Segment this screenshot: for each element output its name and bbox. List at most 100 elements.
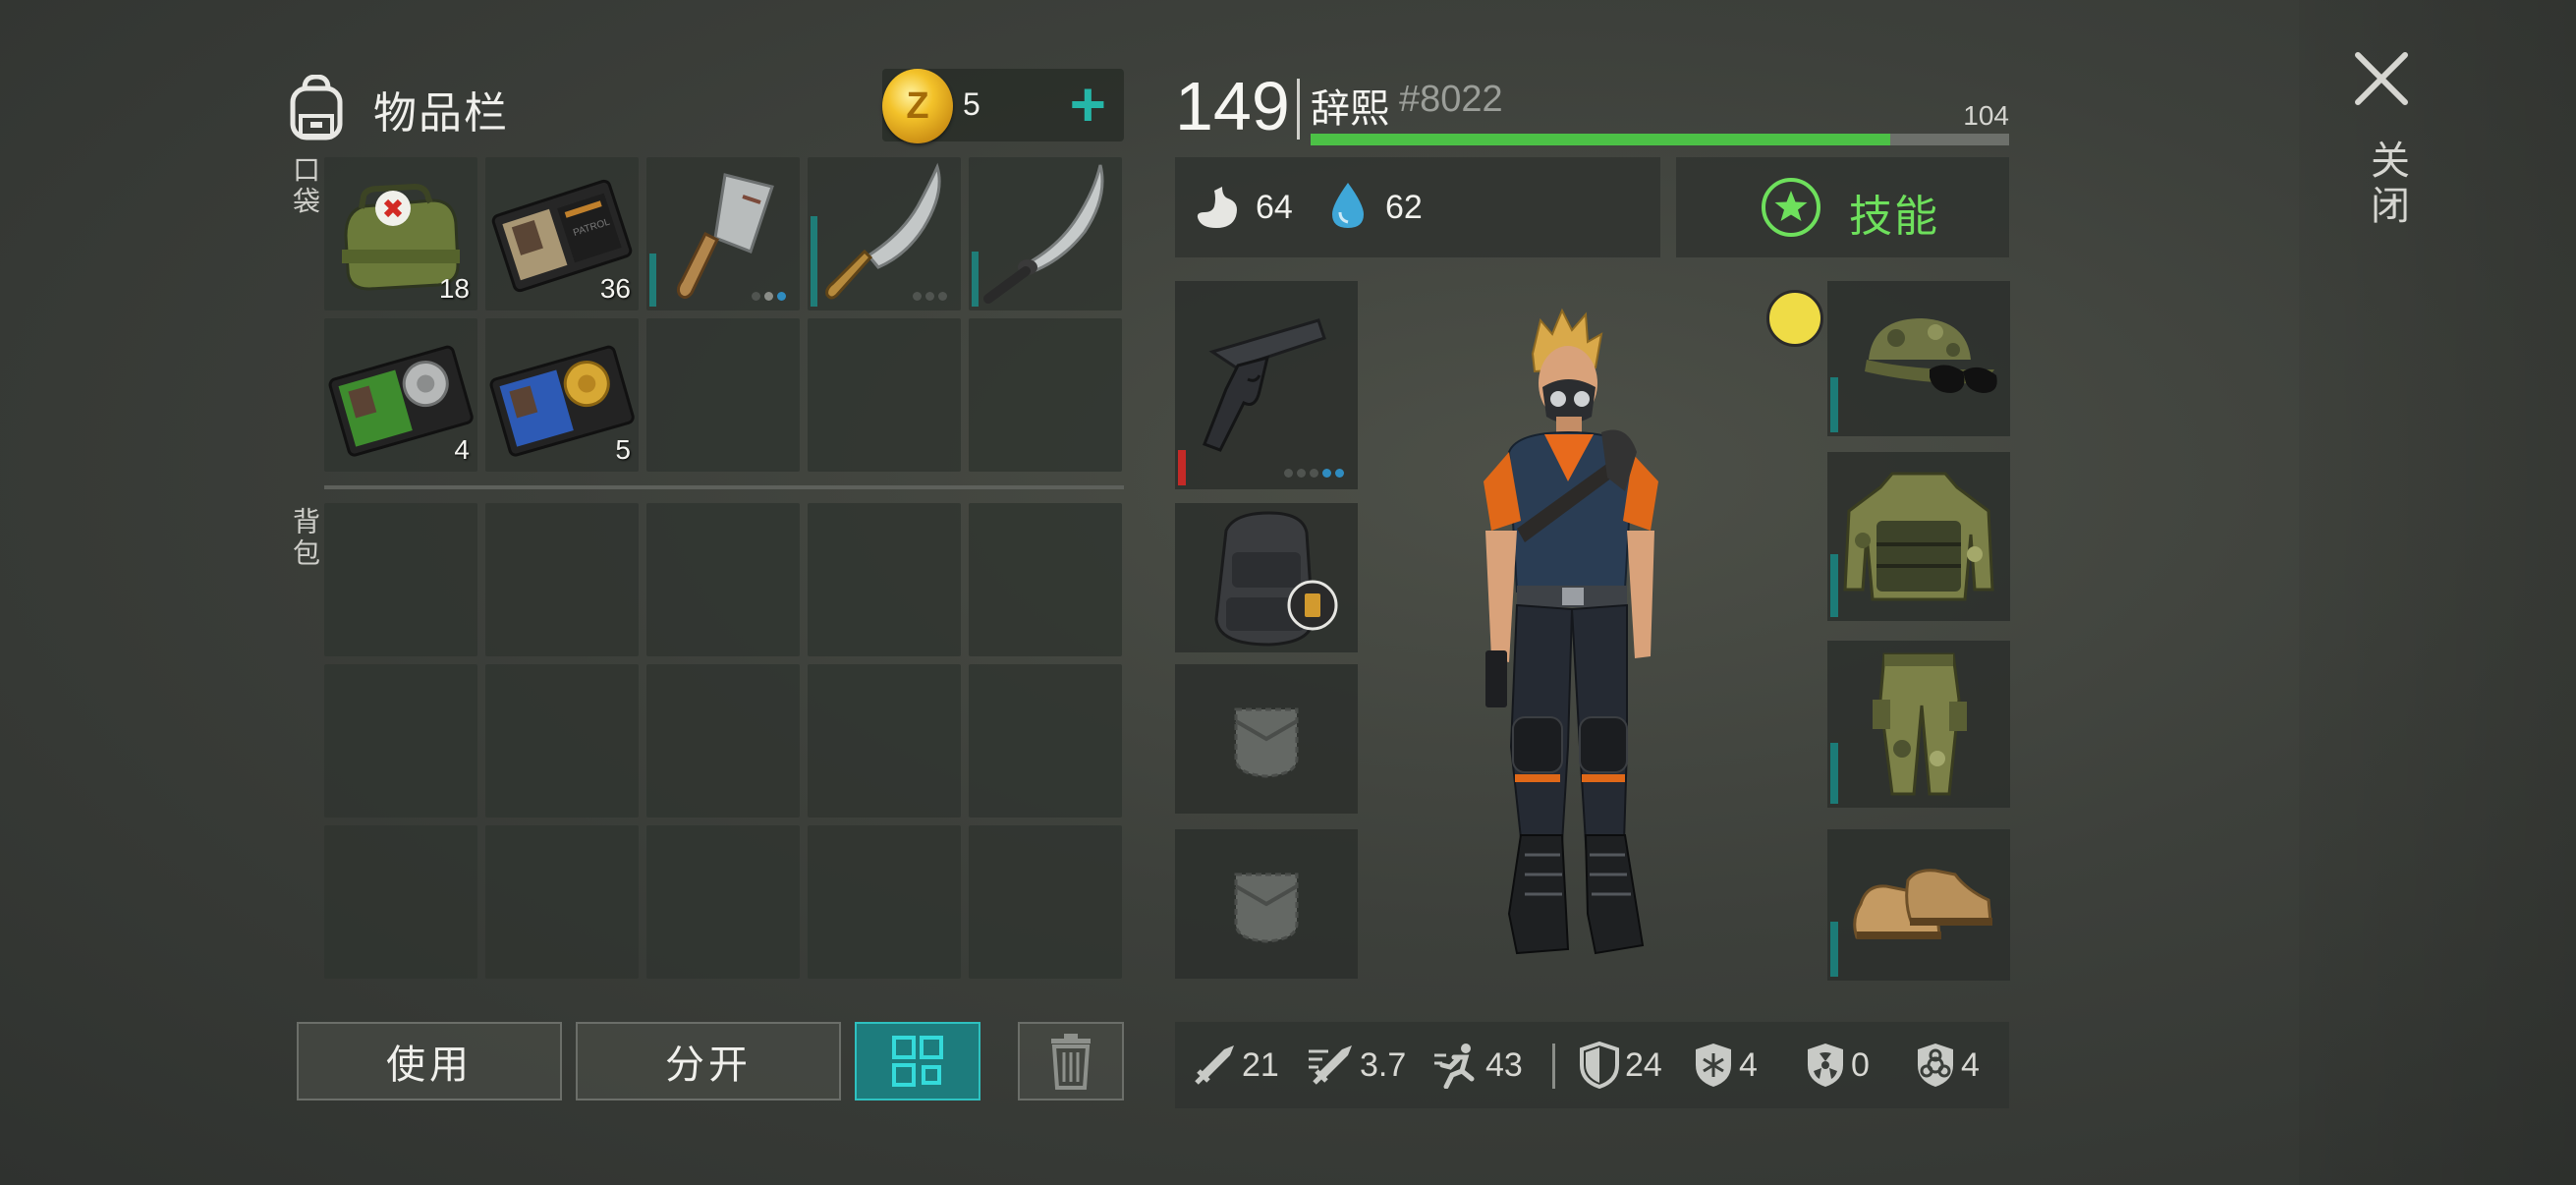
backpack-label: 背包 (290, 507, 320, 570)
pocket-slot-katana[interactable] (969, 157, 1122, 310)
pocket-equip-slot[interactable] (1175, 664, 1358, 814)
boots-icon (1853, 869, 1992, 939)
armor-value: 24 (1625, 1045, 1662, 1084)
xp-value: 104 (1963, 100, 2009, 131)
move-speed-value: 43 (1485, 1045, 1523, 1084)
cold-resist-value: 4 (1739, 1045, 1758, 1084)
item-count: 5 (615, 434, 631, 465)
pocket-slot-empty[interactable] (646, 318, 800, 472)
water-value: 62 (1385, 189, 1423, 226)
radiation-stat: 0 (1804, 1042, 1870, 1089)
pocket-placeholder-icon (1234, 707, 1299, 778)
pocket-slot-police-id-blue[interactable]: 5 (485, 318, 639, 472)
backpack-slot[interactable] (485, 664, 639, 818)
pocket-slot-empty[interactable] (808, 318, 961, 472)
legs-slot[interactable] (1827, 641, 2010, 808)
backpack-slot[interactable] (808, 825, 961, 979)
camo-pants-icon (1873, 652, 1967, 796)
pocket-backpack-divider (324, 485, 1124, 489)
running-icon (1434, 1044, 1475, 1089)
damage-stat: 21 (1191, 1042, 1279, 1089)
coin-bar: Z 5 + (882, 69, 1124, 143)
backpack-slot[interactable] (324, 825, 477, 979)
attack-speed-icon (1309, 1045, 1352, 1085)
backpack-slot[interactable] (646, 503, 800, 656)
backpack-slot[interactable] (646, 664, 800, 818)
xp-bar (1311, 134, 2009, 145)
backpack-slot[interactable] (485, 825, 639, 979)
pocket-equip-slot[interactable] (1175, 829, 1358, 979)
backpack-slot[interactable] (324, 664, 477, 818)
inventory-header: 物品栏 (285, 64, 509, 154)
camo-vest-icon (1843, 472, 1994, 601)
pocket-slot-machete[interactable] (808, 157, 961, 310)
upgrade-dots (1284, 469, 1344, 478)
backpack-slot[interactable] (808, 664, 961, 818)
backpack-slot[interactable] (969, 503, 1122, 656)
character-model (1484, 308, 1658, 955)
player-tag: #8022 (1399, 79, 1503, 120)
split-button[interactable]: 分开 (576, 1022, 841, 1100)
trash-icon (1051, 1034, 1091, 1090)
backpack-slot[interactable] (646, 825, 800, 979)
right-side-shade (2299, 0, 2576, 1185)
player-level: 149 (1175, 68, 1290, 144)
backpack-slot[interactable] (808, 503, 961, 656)
pocket-slot-medkit[interactable]: 18 (324, 157, 477, 310)
backpack-slot[interactable] (969, 825, 1122, 979)
durability-bar (811, 216, 817, 307)
shield-icon (1580, 1042, 1619, 1089)
stomach-icon (1197, 187, 1237, 228)
star-icon (1762, 178, 1820, 237)
pocket-slot-patrol-wallet[interactable]: PATROL 36 (485, 157, 639, 310)
toxic-value: 4 (1961, 1045, 1980, 1084)
durability-bar (1830, 922, 1838, 977)
camo-cap-icon (1865, 318, 1997, 393)
head-slot[interactable] (1827, 281, 2010, 436)
pocket-placeholder-icon (1234, 873, 1299, 943)
skills-label: 技能 (1849, 193, 1939, 241)
durability-bar (1830, 743, 1838, 804)
durability-bar (1830, 554, 1838, 617)
body-armor-slot[interactable] (1827, 452, 2010, 621)
xp-bar-fill (1311, 134, 1891, 145)
trash-button[interactable] (1018, 1022, 1124, 1100)
cold-resist-icon (1696, 1044, 1731, 1087)
backpack-slot[interactable] (969, 664, 1122, 818)
add-coins-button[interactable]: + (1070, 73, 1106, 136)
pocket-slot-cleaver[interactable] (646, 157, 800, 310)
combat-stats-bar: 21 3.7 43 24 4 0 4 (1175, 1022, 2009, 1108)
player-name: 辞熙 (1311, 87, 1389, 131)
weapon-slot[interactable] (1175, 281, 1358, 489)
backpack-slot[interactable] (485, 503, 639, 656)
toxic-stat: 4 (1914, 1042, 1980, 1089)
survival-stats-panel: 64 62 (1175, 157, 1660, 257)
coin-count: 5 (963, 86, 980, 122)
auto-sort-button[interactable] (855, 1022, 980, 1100)
attack-speed-stat: 3.7 (1307, 1042, 1406, 1089)
move-speed-stat: 43 (1432, 1042, 1523, 1089)
durability-bar (1178, 450, 1186, 485)
radiation-icon (1808, 1044, 1843, 1087)
backpack-equip-slot[interactable] (1175, 503, 1358, 652)
pocket-slot-police-id-green[interactable]: 4 (324, 318, 477, 472)
backpack-slot[interactable] (324, 503, 477, 656)
close-button-label[interactable]: 关闭 (2358, 140, 2415, 230)
skills-button[interactable]: 技能 (1676, 157, 2009, 257)
item-count: 4 (454, 434, 470, 465)
z-coin-icon: Z (882, 69, 953, 143)
upgrade-dots (752, 292, 786, 301)
inventory-title: 物品栏 (373, 89, 509, 138)
durability-bar (649, 254, 656, 307)
food-value: 64 (1256, 189, 1293, 226)
tactical-backpack-icon (1214, 511, 1338, 647)
feet-slot[interactable] (1827, 829, 2010, 981)
backpack-icon (290, 75, 343, 141)
item-count: 18 (438, 273, 470, 304)
close-icon[interactable] (2352, 49, 2411, 108)
modifications-icon[interactable] (1766, 290, 1823, 347)
use-button[interactable]: 使用 (297, 1022, 562, 1100)
pocket-slot-empty[interactable] (969, 318, 1122, 472)
sword-icon (1195, 1045, 1234, 1085)
attack-speed-value: 3.7 (1360, 1045, 1407, 1084)
